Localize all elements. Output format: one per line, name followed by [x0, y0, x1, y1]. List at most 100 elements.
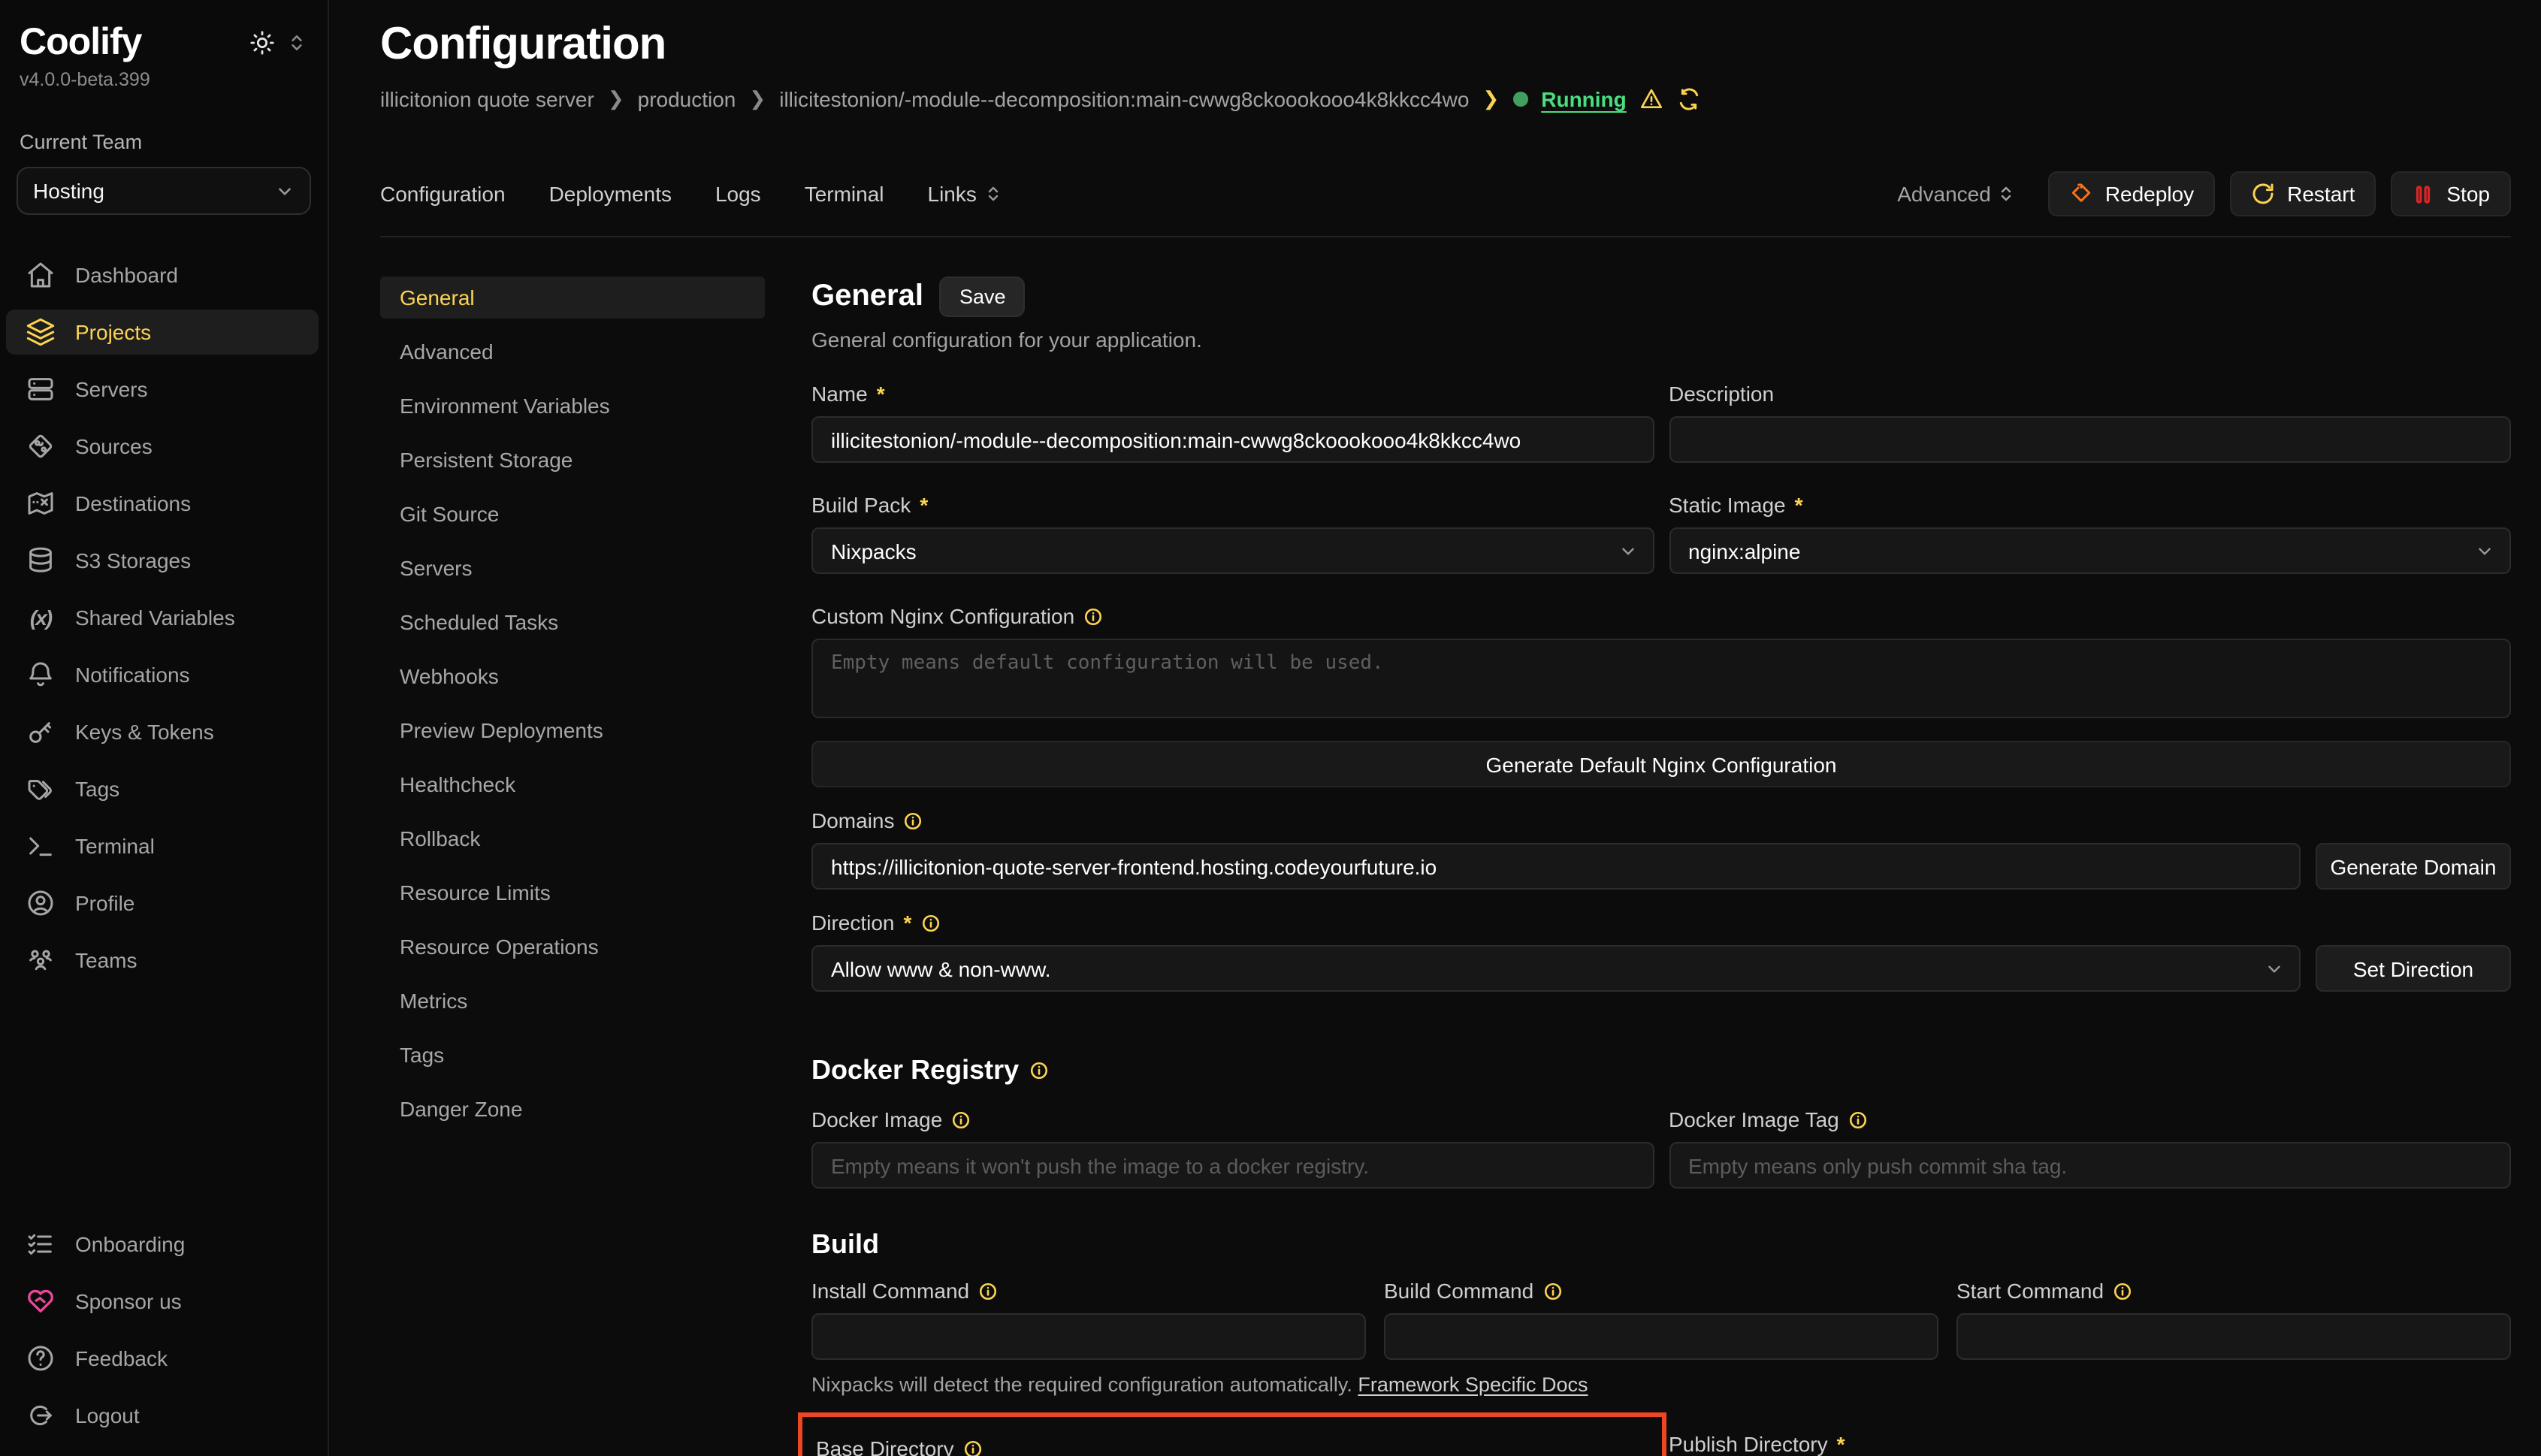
sidebar-item-teams[interactable]: Teams — [6, 938, 319, 983]
sidebar-item-servers[interactable]: Servers — [6, 367, 319, 412]
required-asterisk: * — [904, 911, 912, 935]
info-icon[interactable] — [978, 1281, 998, 1300]
static-image-select[interactable] — [1669, 527, 2511, 574]
breadcrumb-application[interactable]: illicitestonion/-module--decomposition:m… — [779, 87, 1469, 111]
info-icon[interactable] — [963, 1439, 983, 1456]
install-command-input[interactable] — [811, 1313, 1366, 1360]
info-icon[interactable] — [2113, 1281, 2132, 1300]
breadcrumb: illicitonion quote server ❯ production ❯… — [380, 87, 2511, 111]
config-nav-resource-operations[interactable]: Resource Operations — [380, 926, 765, 968]
database-icon — [26, 545, 56, 575]
section-heading-general: General — [811, 279, 923, 314]
save-button[interactable]: Save — [940, 276, 1026, 317]
brand-logo[interactable]: Coolify — [20, 21, 141, 65]
config-nav-persistent-storage[interactable]: Persistent Storage — [380, 439, 765, 481]
info-icon[interactable] — [1542, 1281, 1562, 1300]
sidebar-item-keys-tokens[interactable]: Keys & Tokens — [6, 709, 319, 754]
domains-input[interactable] — [811, 843, 2301, 890]
sidebar-item-destinations[interactable]: Destinations — [6, 481, 319, 526]
sidebar-item-label: Servers — [75, 377, 147, 401]
tab-configuration[interactable]: Configuration — [380, 182, 506, 206]
name-label: Name — [811, 382, 868, 406]
variable-icon: (x) — [26, 603, 56, 633]
config-nav-general[interactable]: General — [380, 276, 765, 319]
breadcrumb-environment[interactable]: production — [638, 87, 736, 111]
name-input[interactable] — [811, 416, 1654, 463]
breadcrumb-project[interactable]: illicitonion quote server — [380, 87, 594, 111]
info-icon[interactable] — [920, 913, 940, 932]
config-nav-advanced[interactable]: Advanced — [380, 331, 765, 373]
section-subtitle: General configuration for your applicati… — [811, 328, 2511, 352]
status-link[interactable]: Running — [1541, 87, 1627, 111]
info-icon[interactable] — [904, 811, 923, 830]
set-direction-button[interactable]: Set Direction — [2316, 945, 2511, 992]
theme-sun-icon[interactable] — [249, 30, 275, 56]
redeploy-button[interactable]: Redeploy — [2048, 171, 2215, 216]
config-nav-resource-limits[interactable]: Resource Limits — [380, 871, 765, 914]
start-command-input[interactable] — [1956, 1313, 2511, 1360]
info-icon[interactable] — [1848, 1110, 1868, 1129]
sidebar-item-projects[interactable]: Projects — [6, 310, 319, 355]
users-icon — [26, 945, 56, 975]
config-nav-environment-variables[interactable]: Environment Variables — [380, 385, 765, 427]
tab-logs[interactable]: Logs — [715, 182, 761, 206]
docker-image-input[interactable] — [811, 1142, 1654, 1189]
description-input[interactable] — [1669, 416, 2511, 463]
framework-docs-link[interactable]: Framework Specific Docs — [1358, 1373, 1588, 1396]
screen: Coolify v4.0.0-beta.399 Current Team Hos… — [0, 0, 2541, 1456]
info-icon[interactable] — [951, 1110, 971, 1129]
required-asterisk: * — [1837, 1432, 1845, 1456]
sidebar-item-onboarding[interactable]: Onboarding — [6, 1222, 319, 1267]
config-nav-rollback[interactable]: Rollback — [380, 817, 765, 859]
info-icon[interactable] — [1083, 606, 1103, 626]
tab-terminal[interactable]: Terminal — [805, 182, 884, 206]
info-icon[interactable] — [1029, 1061, 1049, 1080]
config-nav-webhooks[interactable]: Webhooks — [380, 655, 765, 697]
redeploy-label: Redeploy — [2105, 182, 2194, 206]
sidebar-item-label: S3 Storages — [75, 548, 191, 572]
sidebar-item-label: Dashboard — [75, 263, 178, 287]
config-nav-danger-zone[interactable]: Danger Zone — [380, 1088, 765, 1130]
sidebar-item-logout[interactable]: Logout — [6, 1393, 319, 1438]
sidebar-item-notifications[interactable]: Notifications — [6, 652, 319, 697]
checklist-icon — [26, 1229, 56, 1259]
sidebar-item-s3-storages[interactable]: S3 Storages — [6, 538, 319, 583]
sidebar-item-profile[interactable]: Profile — [6, 881, 319, 926]
advanced-dropdown[interactable]: Advanced — [1897, 182, 2015, 206]
refresh-icon[interactable] — [1678, 87, 1702, 111]
docker-image-tag-input[interactable] — [1669, 1142, 2511, 1189]
nginx-config-textarea[interactable] — [811, 639, 2511, 718]
config-nav-tags[interactable]: Tags — [380, 1034, 765, 1076]
restart-button[interactable]: Restart — [2230, 171, 2376, 216]
generate-domain-button[interactable]: Generate Domain — [2316, 843, 2511, 890]
team-select[interactable]: Hosting — [17, 167, 311, 215]
build-command-input[interactable] — [1384, 1313, 1938, 1360]
sidebar-item-tags[interactable]: Tags — [6, 766, 319, 811]
sidebar-item-shared-variables[interactable]: (x) Shared Variables — [6, 595, 319, 640]
sidebar-item-feedback[interactable]: Feedback — [6, 1336, 319, 1381]
theme-selector-icon[interactable] — [287, 33, 307, 53]
config-nav-metrics[interactable]: Metrics — [380, 980, 765, 1022]
config-nav-healthcheck[interactable]: Healthcheck — [380, 763, 765, 805]
config-nav-scheduled-tasks[interactable]: Scheduled Tasks — [380, 601, 765, 643]
advanced-label: Advanced — [1897, 182, 1991, 206]
generate-nginx-button[interactable]: Generate Default Nginx Configuration — [811, 741, 2511, 787]
build-command-label: Build Command — [1384, 1279, 1533, 1303]
chevron-right-icon: ❯ — [1482, 87, 1499, 111]
sidebar-item-sponsor-us[interactable]: Sponsor us — [6, 1279, 319, 1324]
sidebar-item-dashboard[interactable]: Dashboard — [6, 252, 319, 298]
sidebar-item-terminal[interactable]: Terminal — [6, 823, 319, 868]
direction-select[interactable] — [811, 945, 2301, 992]
build-pack-select[interactable] — [811, 527, 1654, 574]
domains-label: Domains — [811, 808, 895, 832]
app-version: v4.0.0-beta.399 — [0, 65, 328, 90]
tab-deployments[interactable]: Deployments — [549, 182, 672, 206]
config-nav-servers[interactable]: Servers — [380, 547, 765, 589]
sidebar-item-sources[interactable]: Sources — [6, 424, 319, 469]
stop-button[interactable]: Stop — [2391, 171, 2511, 216]
config-nav-git-source[interactable]: Git Source — [380, 493, 765, 535]
config-nav-preview-deployments[interactable]: Preview Deployments — [380, 709, 765, 751]
tab-links[interactable]: Links — [928, 182, 1002, 206]
warning-triangle-icon[interactable] — [1640, 87, 1664, 111]
key-icon — [26, 717, 56, 747]
